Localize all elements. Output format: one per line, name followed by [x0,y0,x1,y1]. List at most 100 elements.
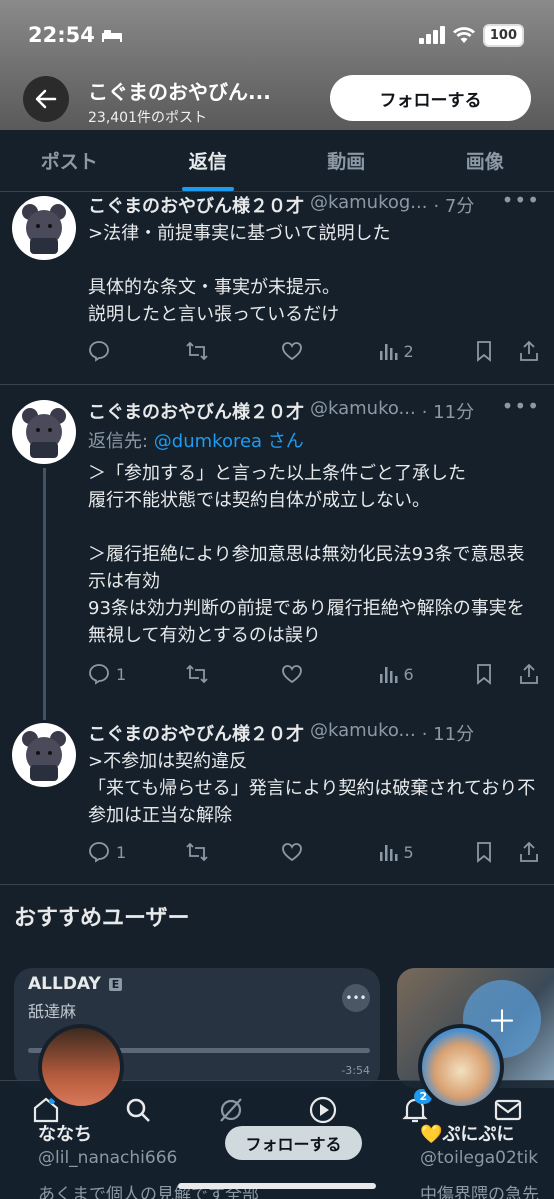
views-button[interactable]: 6 [378,664,418,684]
bed-icon [101,30,122,42]
recommended-user-handle: @lil_nanachi666 [38,1148,178,1168]
avatar[interactable] [12,723,76,787]
tab-videos[interactable]: 動画 [277,130,416,191]
like-button[interactable] [281,841,321,863]
avatar[interactable] [12,400,76,464]
views-count: 2 [403,341,414,361]
video-play-icon[interactable] [308,1095,338,1125]
tweet[interactable]: こぐまのおやびん様２０才 @kamukog... · 7分 ••• >法律・前提… [0,188,554,384]
status-time: 22:54 [28,23,95,47]
share-icon[interactable] [518,340,540,362]
tweet-extra-actions [474,841,540,863]
tweet-time: · 11分 [421,402,475,423]
tweet-time: · 7分 [433,196,475,217]
bookmark-icon[interactable] [474,340,494,362]
recommended-user-name[interactable]: ななち [38,1120,92,1146]
tab-replies[interactable]: 返信 [139,130,278,191]
profile-tabs: ポスト 返信 動画 画像 [0,130,554,192]
status-time-group: 22:54 [28,23,123,47]
wifi-icon [452,27,475,43]
repost-button[interactable] [185,841,225,863]
like-button[interactable] [281,663,321,685]
reply-to-line: 返信先: @dumkorea さん [88,427,304,453]
tab-images[interactable]: 画像 [416,130,554,191]
repost-icon [185,842,208,862]
recommended-user-avatar[interactable] [38,1024,124,1110]
like-button[interactable] [281,340,321,362]
tweet-text: ＞「参加する」と言った以上条件ごと了承した 履行不能状態では契約自体が成立しない… [88,463,525,646]
repost-icon [185,664,208,684]
tweet-author-handle: @kamuko... [310,398,416,419]
bear-avatar-icon [21,403,67,458]
recommended-user-bio: 中傷界隈の急先 [420,1185,539,1199]
views-button[interactable]: 2 [378,341,418,361]
recommended-user-name-text: ぷにぷに [442,1124,515,1145]
tweet-author-name[interactable]: こぐまのおやびん様２０才 [88,398,304,424]
back-button[interactable] [23,76,69,122]
tweet-actions: 2 [88,340,540,362]
more-options-icon[interactable]: ••• [342,984,370,1012]
battery-indicator: 100 [482,23,524,47]
tweet-author-name[interactable]: こぐまのおやびん様２０才 [88,720,304,746]
tweet-actions: 1 6 [88,663,540,685]
views-count: 5 [403,842,414,862]
grok-icon[interactable] [216,1095,246,1125]
status-indicators: 100 [418,23,524,47]
reply-to-prefix: 返信先: [88,431,154,452]
tweet-header: こぐまのおやびん様２０才 @kamuko... · 11分 [88,720,528,746]
now-playing-title: ALLDAY E [28,974,123,994]
follow-button[interactable]: フォローする [330,75,531,121]
bookmark-icon[interactable] [474,841,494,863]
tweet-time: · 11分 [421,724,475,745]
more-options-icon[interactable]: ••• [502,394,540,418]
song-title: ALLDAY [28,974,101,994]
tweet-header: こぐまのおやびん様２０才 @kamuko... · 11分 [88,398,528,424]
bear-avatar-icon [21,199,67,254]
arrow-left-icon [35,89,57,109]
reply-count: 1 [116,664,127,684]
divider [0,384,554,385]
bookmark-icon[interactable] [474,663,494,685]
heart-icon [282,843,302,862]
recommended-users-heading: おすすめユーザー [14,906,190,931]
tab-posts[interactable]: ポスト [0,130,139,191]
reply-button[interactable]: 1 [88,841,128,863]
share-icon[interactable] [518,841,540,863]
repost-button[interactable] [185,663,225,685]
repost-button[interactable] [185,340,225,362]
tweet[interactable]: こぐまのおやびん様２０才 @kamuko... · 11分 ••• 返信先: @… [0,394,554,714]
reply-to-suffix: さん [262,431,304,452]
profile-nav-row: こぐまのおやびん... 23,401件のポスト フォローする [0,72,554,128]
tweet-author-handle: @kamuko... [310,720,416,741]
views-button[interactable]: 5 [378,842,418,862]
reply-button[interactable] [88,340,128,362]
time-remaining: -3:54 [341,1064,370,1077]
recommended-user-avatar[interactable] [418,1024,504,1110]
bear-avatar-icon [21,726,67,781]
tweet-text: >不参加は契約違反 「来ても帰らせる」発言により契約は破棄されており不参加は正当… [88,751,536,826]
views-count: 6 [403,664,414,684]
follow-recommended-user-button[interactable]: フォローする [225,1126,362,1160]
tweet-actions: 1 5 [88,841,540,863]
reply-icon [89,341,109,362]
recommended-user-name[interactable]: 💛ぷにぷに [420,1120,514,1146]
tweet-extra-actions [474,340,540,362]
tweet-author-name[interactable]: こぐまのおやびん様２０才 [88,192,304,218]
share-icon[interactable] [518,663,540,685]
tweet-text: >法律・前提事実に基づいて説明した 具体的な条文・事実が未提示。 説明したと言い… [88,223,391,325]
tweet-extra-actions [474,663,540,685]
tweet[interactable]: こぐまのおやびん様２０才 @kamuko... · 11分 >不参加は契約違反 … [0,720,554,880]
post-count: 23,401件のポスト [88,110,207,126]
home-indicator[interactable] [178,1183,376,1189]
reply-to-user-link[interactable]: @dumkorea [154,431,262,452]
more-options-icon[interactable]: ••• [502,188,540,212]
profile-name: こぐまのおやびん... [88,80,271,104]
tweet-author-handle: @kamukog... [310,192,428,213]
divider [0,884,554,885]
reply-button[interactable]: 1 [88,663,128,685]
repost-icon [185,341,208,361]
search-icon[interactable] [123,1095,153,1125]
views-icon [379,667,397,683]
views-icon [379,845,397,861]
avatar[interactable] [12,196,76,260]
